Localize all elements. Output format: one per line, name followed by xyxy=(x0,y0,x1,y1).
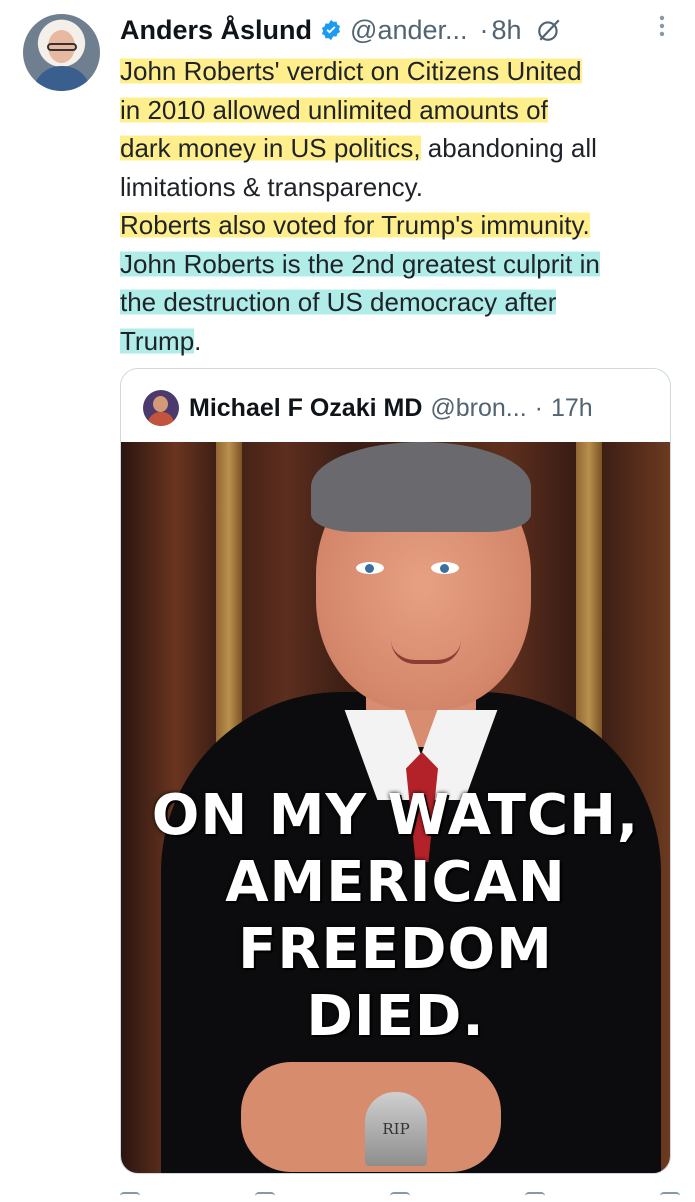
text-line: John Roberts is the 2nd greatest culprit… xyxy=(120,245,685,284)
quoted-author-name[interactable]: Michael F Ozaki MD xyxy=(189,394,422,423)
portrait-eye xyxy=(431,562,459,574)
quoted-avatar[interactable] xyxy=(143,390,179,426)
caption-line: FREEDOM xyxy=(238,917,553,982)
quoted-image[interactable]: ON MY WATCH, AMERICAN FREEDOM DIED. RIP xyxy=(121,442,670,1173)
author-avatar[interactable] xyxy=(23,14,100,91)
avatar-shirt xyxy=(33,66,91,91)
highlighted-text: the destruction of US democracy after xyxy=(120,287,557,317)
highlighted-text: Trump xyxy=(120,325,195,356)
author-name[interactable]: Anders Åslund xyxy=(120,15,312,46)
share-icon[interactable] xyxy=(660,1192,680,1202)
highlighted-text: John Roberts is the 2nd greatest culprit… xyxy=(120,248,600,279)
text-line: John Roberts' verdict on Citizens United xyxy=(120,52,685,91)
tweet-time[interactable]: 8h xyxy=(492,15,522,46)
text-line: Roberts also voted for Trump's immunity. xyxy=(120,206,685,245)
highlighted-text: John Roberts' verdict on Citizens United xyxy=(120,56,582,86)
action-bar xyxy=(120,1192,680,1200)
quoted-author-handle[interactable]: @bron... xyxy=(430,394,526,423)
views-icon[interactable] xyxy=(525,1192,545,1202)
like-icon[interactable] xyxy=(390,1192,410,1202)
plain-text: . xyxy=(194,325,202,356)
text-line: Trump. xyxy=(120,322,685,361)
avatar-glasses xyxy=(47,43,77,51)
quoted-tweet[interactable]: Michael F Ozaki MD @bron... · 17h ON MY … xyxy=(120,368,671,1174)
text-line: dark money in US politics, abandoning al… xyxy=(120,129,685,168)
caption-line: AMERICAN xyxy=(225,850,566,915)
more-icon[interactable] xyxy=(659,14,665,38)
author-handle[interactable]: @ander... xyxy=(350,15,467,46)
tombstone: RIP xyxy=(365,1092,427,1166)
caption-line: ON MY WATCH, xyxy=(151,783,640,848)
plain-text: abandoning all xyxy=(420,133,597,163)
grok-icon[interactable] xyxy=(536,17,562,43)
separator-dot: · xyxy=(479,14,489,45)
text-line: the destruction of US democracy after xyxy=(120,283,685,322)
text-line: limitations & transparency. xyxy=(120,168,685,207)
quoted-tweet-time[interactable]: 17h xyxy=(551,394,593,423)
quoted-header: Michael F Ozaki MD @bron... · 17h xyxy=(143,389,593,427)
portrait-eye xyxy=(356,562,384,574)
highlighted-text: dark money in US politics, xyxy=(120,133,421,163)
reply-icon[interactable] xyxy=(120,1192,140,1202)
text-line: in 2010 allowed unlimited amounts of xyxy=(120,91,685,130)
separator-dot: · xyxy=(534,393,543,422)
quoted-avatar-body xyxy=(148,412,174,426)
image-caption: ON MY WATCH, AMERICAN FREEDOM DIED. xyxy=(121,782,670,1050)
tweet[interactable]: Anders Åslund @ander... · 8h John Robert… xyxy=(0,0,695,1200)
quoted-avatar-face xyxy=(153,396,168,412)
repost-icon[interactable] xyxy=(255,1192,275,1202)
plain-text: limitations & transparency. xyxy=(120,171,423,202)
verified-badge-icon xyxy=(321,19,341,41)
tweet-text: John Roberts' verdict on Citizens United… xyxy=(120,52,685,360)
highlighted-text: in 2010 allowed unlimited amounts of xyxy=(120,94,548,125)
highlighted-text: Roberts also voted for Trump's immunity. xyxy=(120,210,590,240)
caption-line: DIED. xyxy=(306,984,485,1049)
tweet-header: Anders Åslund @ander... · 8h xyxy=(120,10,680,50)
portrait-hair xyxy=(311,442,531,532)
